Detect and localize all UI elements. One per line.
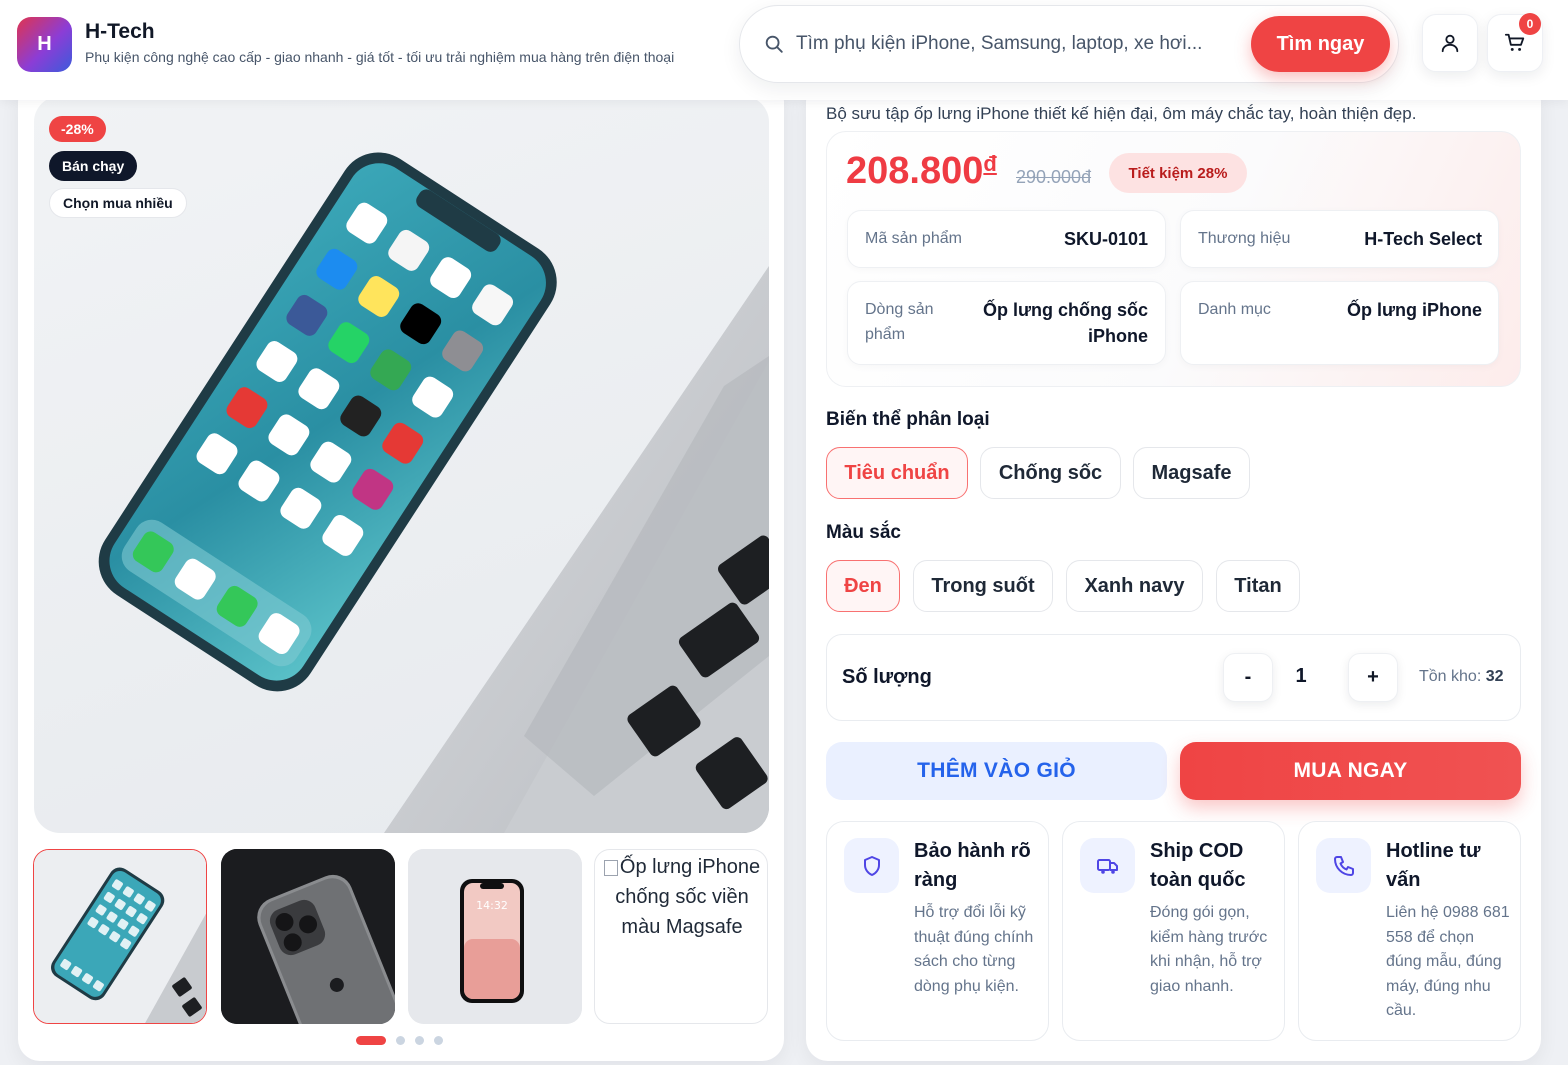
cart-count-badge: 0	[1519, 13, 1541, 35]
quantity-value[interactable]: 1	[1275, 665, 1327, 688]
feature-warranty-text: Hỗ trợ đổi lỗi kỹ thuật đúng chính sách …	[914, 904, 1034, 995]
logo[interactable]: H	[17, 17, 72, 72]
search-button[interactable]: Tìm ngay	[1251, 16, 1390, 72]
search-icon	[765, 35, 783, 53]
feature-warranty-title: Bảo hành rõ ràng	[914, 840, 1031, 891]
account-button[interactable]	[1422, 14, 1478, 72]
color-option-black[interactable]: Đen	[826, 560, 900, 612]
variant-section-label: Biến thể phân loại	[826, 409, 990, 430]
feature-warranty-icon-box	[844, 838, 899, 893]
current-price: 208.800đ	[846, 150, 997, 192]
brand-tagline: Phụ kiện công nghệ cao cấp - giao nhanh …	[85, 49, 675, 65]
slide-dot-2[interactable]	[396, 1036, 405, 1045]
color-option-clear[interactable]: Trong suốt	[913, 560, 1053, 612]
spec-sku-value: SKU-0101	[1063, 229, 1148, 249]
slide-dot-4[interactable]	[434, 1036, 443, 1045]
add-to-cart-button[interactable]: THÊM VÀO GIỎ	[826, 742, 1167, 800]
spec-line-label: Dòng sản phẩm	[865, 301, 934, 343]
color-option-titan[interactable]: Titan	[1216, 560, 1300, 612]
savings-badge: Tiết kiệm 28%	[1109, 153, 1247, 193]
feature-shipping-text: Đóng gói gọn, kiểm hàng trước khi nhận, …	[1150, 904, 1268, 995]
spec-category	[1180, 281, 1499, 365]
spec-brand-value: H-Tech Select	[1364, 229, 1482, 249]
quantity-label: Số lượng	[842, 666, 932, 688]
cart-icon	[1504, 33, 1525, 51]
feature-shipping-icon-box	[1080, 838, 1135, 893]
slide-indicator	[356, 1036, 443, 1045]
spec-brand-label: Thương hiệu	[1198, 230, 1291, 247]
product-description: Bộ sưu tập ốp lưng iPhone thiết kế hiện …	[826, 104, 1417, 123]
feature-shipping-title: Ship COD toàn quốc	[1150, 840, 1246, 891]
variant-option-standard[interactable]: Tiêu chuẩn	[826, 447, 968, 499]
brand-name[interactable]: H-Tech	[85, 20, 155, 44]
quantity-decrease-button[interactable]: -	[1223, 653, 1273, 702]
feature-hotline-title: Hotline tư vấn	[1386, 840, 1481, 891]
thumbnail-3[interactable]: 14:32	[408, 849, 582, 1024]
thumbnail-iphone-front-image: 14:32	[408, 849, 582, 1024]
color-option-navy[interactable]: Xanh navy	[1066, 560, 1203, 612]
variant-option-magsafe[interactable]: Magsafe	[1133, 447, 1250, 499]
quantity-increase-button[interactable]: +	[1348, 653, 1398, 702]
truck-icon	[1096, 858, 1118, 874]
broken-image-icon	[603, 859, 618, 876]
old-price: 290.000đ	[1016, 167, 1092, 187]
phone-icon	[1333, 855, 1354, 876]
color-section-label: Màu sắc	[826, 522, 901, 543]
slide-dot-1[interactable]	[356, 1036, 386, 1045]
search-input[interactable]	[796, 29, 1236, 59]
buy-now-button[interactable]: MUA NGAY	[1180, 742, 1521, 800]
thumbnail-2[interactable]	[221, 849, 395, 1024]
stock-info: Tồn kho: 32	[1419, 668, 1504, 685]
best-seller-badge: Bán chạy	[49, 151, 138, 181]
popular-badge: Chọn mua nhiều	[49, 188, 187, 218]
thumbnail-iphone-back-image	[221, 849, 395, 1024]
spec-sku-label: Mã sản phẩm	[865, 230, 962, 247]
feature-hotline-text: Liên hệ 0988 681 558 để chọn đúng mẫu, đ…	[1386, 904, 1510, 1019]
thumbnail-4-alt-text: Ốp lưng iPhone chống sốc viền màu Magsaf…	[598, 852, 766, 942]
variant-option-shockproof[interactable]: Chống sốc	[980, 447, 1121, 499]
shield-icon	[863, 855, 880, 876]
spec-category-value: Ốp lưng iPhone	[1346, 300, 1482, 320]
feature-hotline-icon-box	[1316, 838, 1371, 893]
slide-dot-3[interactable]	[415, 1036, 424, 1045]
thumbnail-phone-image	[34, 850, 206, 1023]
discount-badge: -28%	[49, 116, 106, 142]
thumbnail-1[interactable]	[33, 849, 207, 1024]
spec-line-value: Ốp lưng chống sốc iPhone	[982, 300, 1148, 346]
spec-category-label: Danh mục	[1198, 301, 1271, 318]
user-icon	[1441, 34, 1459, 53]
svg-text:14:32: 14:32	[476, 899, 508, 912]
